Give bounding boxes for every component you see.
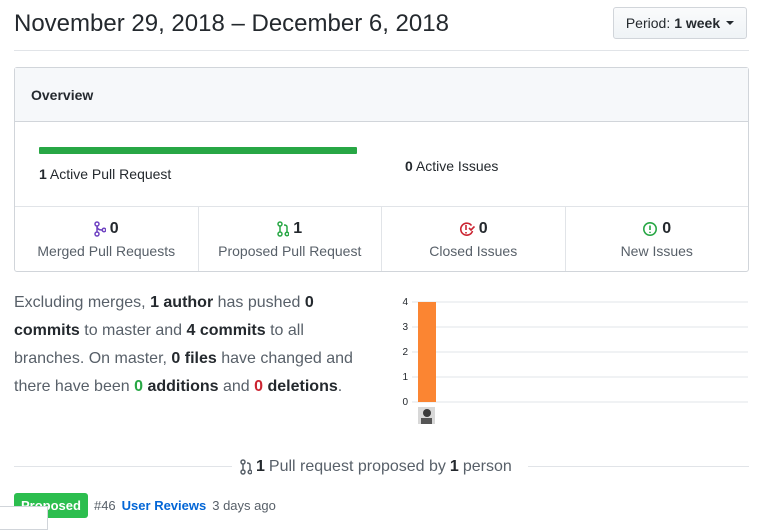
new-issues-count: 0 (662, 219, 672, 237)
list-item: Proposed #46 User Reviews 3 days ago (14, 493, 276, 518)
summary-text: and (218, 378, 255, 395)
active-pr-label: Active Pull Request (49, 166, 172, 182)
people-word: person (462, 458, 512, 475)
stat-proposed-prs[interactable]: 1 Proposed Pull Request (199, 207, 382, 271)
merged-prs-count: 0 (109, 219, 119, 237)
pull-request-icon (240, 459, 252, 475)
y-tick-label: 1 (402, 372, 408, 383)
deletions-word: deletions (263, 378, 338, 395)
issue-closed-icon (459, 221, 475, 236)
floating-panel (0, 506, 48, 530)
period-label: Period: (625, 15, 671, 31)
page-title: November 29, 2018 – December 6, 2018 (14, 10, 449, 37)
people-count: 1 (449, 458, 459, 475)
closed-issues-label: Closed Issues (429, 242, 518, 259)
summary-text: . (337, 378, 343, 395)
stat-new-issues[interactable]: 0 New Issues (566, 207, 749, 271)
proposed-text: Pull request proposed by (268, 458, 446, 475)
pull-request-icon (277, 220, 290, 237)
proposed-pr-heading: 1 Pull request proposed by 1 person (240, 458, 512, 476)
avatar[interactable] (418, 407, 435, 424)
active-issues-count: 0 (405, 158, 413, 174)
pr-title-link[interactable]: User Reviews (122, 498, 207, 513)
period-dropdown-button[interactable]: Period: 1 week (613, 7, 747, 39)
overview-heading: Overview (15, 68, 748, 122)
stats-row: 0 Merged Pull Requests 1 Proposed Pull R… (15, 207, 748, 271)
additions-word: additions (143, 378, 219, 395)
overview-panel: Overview 1 Active Pull Request 0 Active … (14, 67, 749, 272)
active-issues-label: Active Issues (415, 158, 499, 174)
active-pr-progress-bar (39, 147, 357, 154)
bar[interactable] (418, 302, 436, 402)
commits-bar-chart: 0 1 2 3 4 (402, 297, 748, 424)
merge-icon (94, 220, 106, 237)
proposed-count: 1 (256, 458, 265, 475)
merged-prs-label: Merged Pull Requests (37, 242, 176, 259)
proposed-prs-label: Proposed Pull Request (218, 242, 362, 259)
y-tick-label: 2 (402, 347, 408, 358)
closed-issues-count: 0 (478, 219, 488, 237)
summary-text: has pushed (213, 294, 305, 311)
pr-timestamp: 3 days ago (212, 498, 276, 513)
y-tick-label: 4 (402, 297, 408, 308)
y-tick-label: 0 (402, 397, 408, 408)
section-divider (14, 466, 232, 467)
pr-number: #46 (93, 498, 116, 513)
files-changed-count: 0 files (171, 350, 217, 367)
header-divider (14, 50, 749, 51)
proposed-prs-count: 1 (293, 219, 303, 237)
new-issues-label: New Issues (620, 242, 693, 259)
deletions-count: 0 (254, 378, 264, 395)
y-tick-label: 3 (402, 322, 408, 333)
authors-count-link[interactable]: 1 author (150, 294, 213, 311)
overview-summary: 1 Active Pull Request 0 Active Issues (15, 122, 748, 207)
all-commits-count: 4 commits (186, 322, 266, 339)
caret-down-icon (726, 21, 735, 25)
issue-opened-icon (643, 221, 658, 236)
active-issues-summary[interactable]: 0 Active Issues (405, 158, 498, 174)
stat-closed-issues[interactable]: 0 Closed Issues (382, 207, 566, 271)
summary-text: Excluding merges, (14, 294, 151, 311)
commit-summary: Excluding merges, 1 author has pushed 0 … (14, 289, 364, 401)
period-value: 1 week (674, 15, 721, 31)
section-divider (528, 466, 749, 467)
active-pr-summary[interactable]: 1 Active Pull Request (39, 166, 171, 182)
summary-text: to master and (79, 322, 187, 339)
active-pr-count: 1 (39, 166, 47, 182)
stat-merged-prs[interactable]: 0 Merged Pull Requests (15, 207, 199, 271)
additions-count: 0 (134, 378, 143, 395)
